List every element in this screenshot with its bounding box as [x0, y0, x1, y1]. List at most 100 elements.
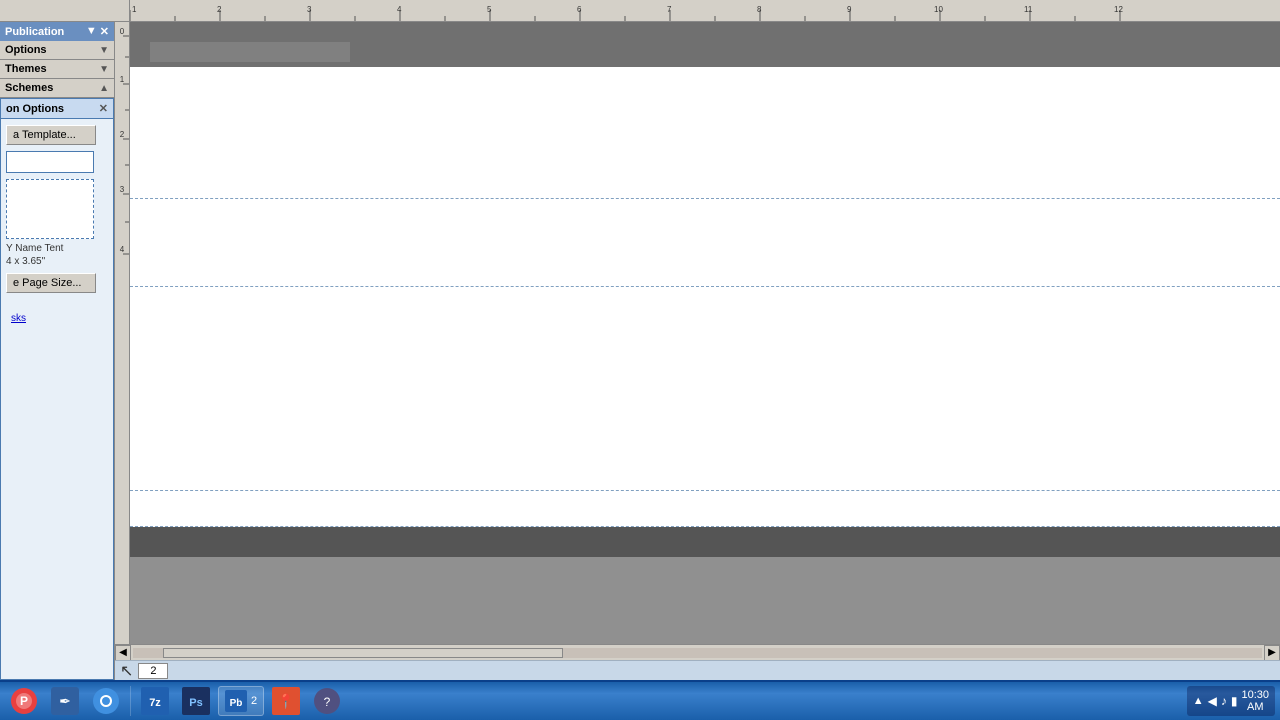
- schemes-header[interactable]: Schemes ▲: [0, 79, 114, 97]
- close-icon[interactable]: ✕: [100, 25, 109, 38]
- svg-text:12: 12: [1114, 5, 1123, 14]
- main-area: 0 1 2 3 4: [115, 22, 1280, 680]
- publication-header: Publication ▼ ✕: [0, 22, 114, 41]
- horizontal-ruler: 1 2 3 4 5 6 7 8 9 10 11: [130, 0, 1280, 21]
- svg-text:3: 3: [307, 5, 312, 14]
- vertical-ruler: 0 1 2 3 4: [115, 22, 130, 644]
- svg-text:5: 5: [487, 5, 492, 14]
- taskbar: P ✒ 7z: [0, 680, 1280, 720]
- svg-text:7z: 7z: [149, 697, 161, 709]
- svg-text:3: 3: [120, 185, 125, 194]
- scroll-track[interactable]: [133, 648, 1262, 658]
- svg-text:✒: ✒: [59, 693, 71, 709]
- svg-text:1: 1: [132, 5, 137, 14]
- maps-taskbar-button[interactable]: 📍: [267, 684, 305, 718]
- window-controls: ▼ ✕: [86, 25, 109, 38]
- tray-volume-icon[interactable]: ♪: [1221, 694, 1227, 708]
- svg-text:P: P: [20, 694, 28, 708]
- left-panel: Publication ▼ ✕ Options ▼ Themes ▼: [0, 22, 115, 680]
- pen-taskbar-button[interactable]: ✒: [46, 684, 84, 718]
- page-number: 2: [150, 665, 156, 677]
- options-header[interactable]: Options ▼: [0, 41, 114, 59]
- horizontal-scrollbar: ◀ ▶: [115, 644, 1280, 660]
- svg-text:Ps: Ps: [189, 697, 202, 709]
- options-section: Options ▼: [0, 41, 114, 60]
- template-input-group: [6, 151, 108, 173]
- change-page-size-button[interactable]: e Page Size...: [6, 273, 96, 293]
- taskbar-sep-1: [130, 686, 131, 716]
- schemes-arrow: ▲: [99, 83, 109, 94]
- svg-text:6: 6: [577, 5, 582, 14]
- tray-battery-icon: ▮: [1231, 694, 1238, 708]
- page-1-white[interactable]: [130, 67, 1280, 287]
- minimize-icon[interactable]: ▼: [86, 25, 97, 38]
- system-clock[interactable]: 10:30 AM: [1241, 689, 1269, 713]
- svg-text:11: 11: [1024, 5, 1033, 14]
- template-name-input[interactable]: [6, 151, 94, 173]
- options-arrow: ▼: [99, 45, 109, 56]
- app-container: 1 2 3 4 5 6 7 8 9 10 11: [0, 0, 1280, 720]
- clock-time: 10:30: [1241, 689, 1269, 701]
- insertion-options-panel: on Options ✕ a Template... Y Name Tent 4…: [0, 98, 114, 680]
- publication-title: Publication: [5, 26, 64, 38]
- page-2-white[interactable]: [130, 287, 1280, 527]
- insertion-options-header: on Options ✕: [1, 99, 113, 119]
- page-indicator-row: ↖ 2: [115, 660, 1280, 680]
- options-label: Options: [5, 44, 47, 56]
- tray-network-icon: ◀: [1208, 694, 1217, 708]
- svg-text:4: 4: [120, 245, 125, 254]
- 7zip-taskbar-button[interactable]: 7z: [136, 684, 174, 718]
- svg-text:?: ?: [324, 695, 331, 709]
- dark-separator-bar: [130, 527, 1280, 557]
- svg-text:4: 4: [397, 5, 402, 14]
- themes-label: Themes: [5, 63, 47, 75]
- canvas-with-ruler: 0 1 2 3 4: [115, 22, 1280, 644]
- page-number-box: 2: [138, 663, 168, 679]
- insertion-options-body: a Template... Y Name Tent 4 x 3.65" e Pa…: [1, 119, 113, 305]
- schemes-label: Schemes: [5, 82, 53, 94]
- canvas-top-gray: [130, 22, 1280, 67]
- svg-text:0: 0: [120, 27, 125, 36]
- svg-text:7: 7: [667, 5, 672, 14]
- photoshop-taskbar-button[interactable]: Ps: [177, 684, 215, 718]
- insertion-options-title: on Options: [6, 103, 64, 115]
- page-2-guide: [130, 490, 1280, 491]
- svg-text:2: 2: [217, 5, 222, 14]
- template-size-display: 4 x 3.65": [6, 256, 108, 267]
- publisher-taskbar-active[interactable]: Pb 2: [218, 686, 264, 716]
- insertion-options-close[interactable]: ✕: [99, 102, 108, 115]
- scroll-left-button[interactable]: ◀: [115, 645, 131, 661]
- publisher-page-indicator: 2: [251, 695, 257, 707]
- svg-text:📍: 📍: [277, 693, 294, 710]
- themes-section: Themes ▼: [0, 60, 114, 79]
- content-row: Publication ▼ ✕ Options ▼ Themes ▼: [0, 22, 1280, 680]
- scroll-right-button[interactable]: ▶: [1264, 645, 1280, 661]
- svg-text:2: 2: [120, 130, 125, 139]
- bottom-link-area: sks: [1, 305, 113, 329]
- svg-text:Pb: Pb: [230, 698, 243, 709]
- svg-text:9: 9: [847, 5, 852, 14]
- page-1-guide: [130, 198, 1280, 199]
- top-ruler: 1 2 3 4 5 6 7 8 9 10 11: [0, 0, 1280, 22]
- system-tray: ▲ ◀ ♪ ▮ 10:30 AM: [1187, 686, 1275, 716]
- unknown-taskbar-button[interactable]: ?: [308, 684, 346, 718]
- tray-show-hidden[interactable]: ▲: [1193, 695, 1204, 707]
- load-template-button[interactable]: a Template...: [6, 125, 96, 145]
- ruler-corner: [0, 0, 130, 21]
- svg-text:1: 1: [120, 75, 125, 84]
- clock-date: AM: [1241, 701, 1269, 713]
- schemes-section: Schemes ▲: [0, 79, 114, 98]
- template-preview: [6, 179, 94, 239]
- cursor-icon: ↖: [120, 661, 133, 681]
- themes-header[interactable]: Themes ▼: [0, 60, 114, 78]
- template-name-display: Y Name Tent: [6, 243, 108, 254]
- canvas-area[interactable]: [130, 22, 1280, 644]
- themes-arrow: ▼: [99, 64, 109, 75]
- tasks-link[interactable]: sks: [6, 308, 31, 329]
- paint-taskbar-button[interactable]: P: [5, 684, 43, 718]
- canvas-bottom-gray: [130, 557, 1280, 644]
- scroll-thumb[interactable]: [163, 648, 563, 658]
- svg-text:8: 8: [757, 5, 762, 14]
- svg-text:10: 10: [934, 5, 943, 14]
- chrome-taskbar-button[interactable]: [87, 684, 125, 718]
